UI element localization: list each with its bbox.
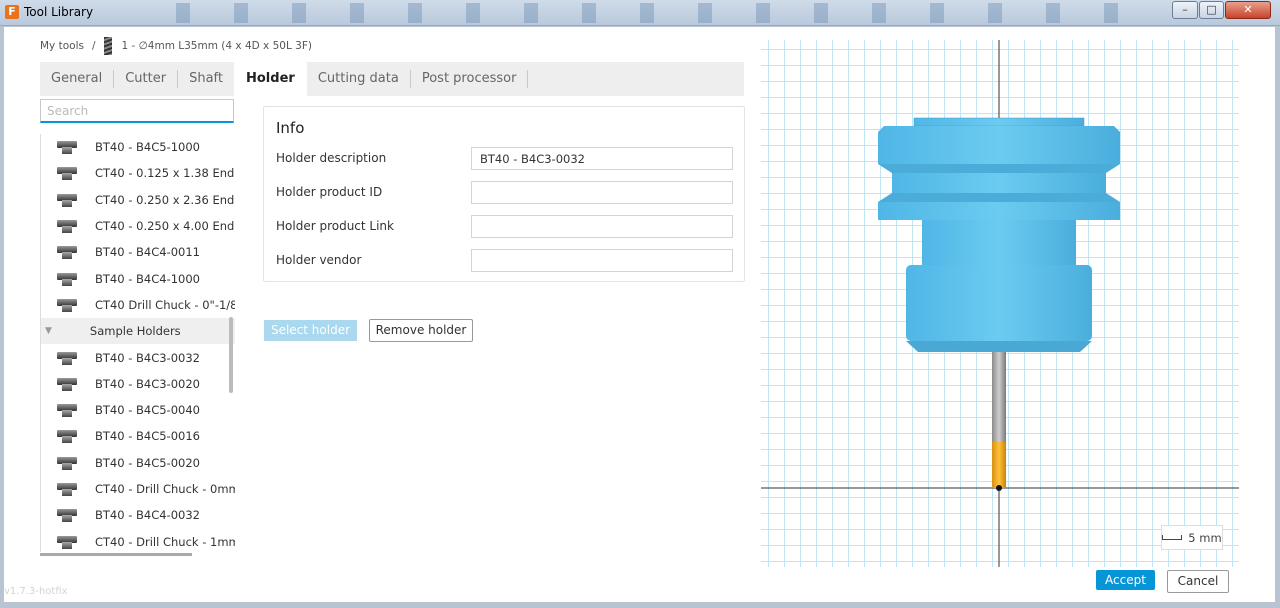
end-mill-icon: [103, 37, 112, 55]
select-holder-button[interactable]: Select holder: [264, 320, 357, 341]
list-item[interactable]: BT40 - B4C5-0040: [41, 397, 235, 423]
list-item[interactable]: CT40 - 0.125 x 1.38 End Mill: [41, 160, 235, 186]
list-item[interactable]: BT40 - B4C3-0032: [41, 344, 235, 370]
list-item[interactable]: BT40 - B4C5-0020: [41, 450, 235, 476]
holder-icon: [57, 456, 77, 470]
list-item-label: BT40 - B4C3-0020: [95, 376, 200, 391]
holder-product-id-label: Holder product ID: [276, 185, 383, 199]
tool-shank: [992, 352, 1006, 442]
holder-icon: [57, 482, 77, 496]
holder-product-link-label: Holder product Link: [276, 219, 394, 233]
holder-icon: [57, 403, 77, 418]
tool-preview-viewport[interactable]: [761, 40, 1239, 567]
list-item-label: BT40 - B4C5-0020: [95, 455, 200, 470]
list-item[interactable]: CT40 - Drill Chuck - 0mm-13mm: [41, 476, 235, 502]
list-item[interactable]: BT40 - B4C3-0020: [41, 371, 235, 397]
holder-icon: [57, 245, 77, 260]
holder-body: [878, 117, 1120, 352]
holder-icon: [57, 508, 77, 523]
scale-label: 5 mm: [1188, 530, 1222, 545]
holder-list: BT40 - B4C5-1000 CT40 - 0.125 x 1.38 End…: [40, 134, 235, 552]
list-item[interactable]: CT40 - 0.250 x 4.00 End Mill: [41, 213, 235, 239]
tab-cutting-data[interactable]: Cutting data: [307, 70, 411, 88]
list-item[interactable]: BT40 - B4C4-1000: [41, 265, 235, 291]
holder-icon: [57, 140, 77, 155]
tab-shaft[interactable]: Shaft: [178, 70, 234, 88]
maximize-button[interactable]: □: [1199, 1, 1224, 19]
accept-button[interactable]: Accept: [1096, 570, 1155, 590]
list-horizontal-scrollbar[interactable]: [40, 553, 192, 556]
holder-product-id-field[interactable]: [471, 181, 733, 204]
group-header-sample-holders[interactable]: ▼ Sample Holders: [41, 318, 235, 345]
holder-icon: [57, 298, 77, 312]
holder-description-field[interactable]: BT40 - B4C3-0032: [471, 147, 733, 170]
tool-library-window: My tools / 1 - ∅4mm L35mm (4 x 4D x 50L …: [4, 27, 1275, 602]
list-item-label: BT40 - B4C4-0011: [95, 245, 200, 260]
caret-down-icon[interactable]: ▼: [45, 326, 52, 336]
tab-holder[interactable]: Holder: [234, 62, 307, 96]
holder-vendor-label: Holder vendor: [276, 253, 362, 267]
tab-post-processor[interactable]: Post processor: [411, 70, 529, 88]
tab-bar: General Cutter Shaft Holder Cutting data…: [40, 62, 744, 96]
list-item-label: BT40 - B4C3-0032: [95, 350, 200, 365]
holder-icon: [57, 429, 77, 444]
list-item[interactable]: CT40 - 0.250 x 2.36 End Mill: [41, 187, 235, 213]
holder-icon: [57, 351, 77, 365]
holder-icon: [57, 272, 77, 286]
tool-cutter: [992, 442, 1006, 488]
group-label: Sample Holders: [89, 324, 181, 339]
list-item-label: BT40 - B4C5-0040: [95, 403, 200, 418]
list-scrollbar[interactable]: [229, 317, 233, 393]
breadcrumb-tool: 1 - ∅4mm L35mm (4 x 4D x 50L 3F): [121, 40, 312, 52]
minimize-button[interactable]: –: [1172, 1, 1198, 19]
list-item-label: BT40 - B4C4-0032: [95, 508, 200, 523]
holder-icon: [57, 219, 77, 234]
version-label: v1.7.3-hotfix: [4, 586, 68, 597]
list-item-label: BT40 - B4C4-1000: [95, 271, 200, 286]
holder-preview-graphic: [761, 40, 1239, 567]
list-item-label: CT40 - Drill Chuck - 1mm-16mm: [95, 534, 235, 549]
holder-icon: [57, 535, 77, 549]
list-item-label: CT40 - Drill Chuck - 0mm-13mm: [95, 482, 235, 496]
info-panel: Info Holder description BT40 - B4C3-0032…: [263, 106, 745, 282]
cancel-button[interactable]: Cancel: [1167, 570, 1229, 593]
background-toolbar: [150, 3, 1150, 23]
holder-product-link-field[interactable]: [471, 215, 733, 238]
list-item[interactable]: BT40 - B4C5-0016: [41, 423, 235, 449]
holder-description-label: Holder description: [276, 151, 387, 165]
list-item-label: CT40 - 0.125 x 1.38 End Mill: [95, 166, 235, 181]
tab-cutter[interactable]: Cutter: [114, 70, 179, 88]
scale-legend: 5 mm: [1161, 525, 1223, 550]
list-item-label: CT40 - 0.250 x 4.00 End Mill: [95, 219, 235, 234]
app-logo-icon: F: [5, 5, 19, 19]
window-title: Tool Library: [24, 5, 94, 19]
list-item[interactable]: CT40 - Drill Chuck - 1mm-16mm: [41, 528, 235, 552]
holder-icon: [57, 377, 77, 391]
list-item[interactable]: BT40 - B4C5-1000: [41, 134, 235, 160]
list-item[interactable]: BT40 - B4C4-0032: [41, 502, 235, 528]
scale-bar-icon: [1162, 535, 1183, 540]
list-item[interactable]: BT40 - B4C4-0011: [41, 239, 235, 265]
search-input[interactable]: Search: [40, 99, 234, 123]
list-item-label: BT40 - B4C5-0016: [95, 429, 200, 444]
breadcrumb-separator: /: [91, 40, 96, 52]
title-bar: F Tool Library – □ ✕: [0, 0, 1280, 26]
list-item-label: BT40 - B4C5-1000: [95, 140, 200, 155]
list-item-label: CT40 - 0.250 x 2.36 End Mill: [95, 192, 235, 207]
breadcrumb: My tools / 1 - ∅4mm L35mm (4 x 4D x 50L …: [40, 37, 312, 55]
tab-general[interactable]: General: [40, 70, 115, 88]
list-item-label: CT40 Drill Chuck - 0"-1/8": [95, 297, 235, 312]
close-button[interactable]: ✕: [1225, 1, 1271, 19]
list-item[interactable]: CT40 Drill Chuck - 0"-1/8": [41, 292, 235, 318]
breadcrumb-root[interactable]: My tools: [40, 40, 84, 52]
holder-icon: [57, 166, 77, 181]
holder-icon: [57, 193, 77, 207]
info-title: Info: [276, 119, 305, 137]
holder-vendor-field[interactable]: [471, 249, 733, 272]
remove-holder-button[interactable]: Remove holder: [369, 319, 473, 342]
